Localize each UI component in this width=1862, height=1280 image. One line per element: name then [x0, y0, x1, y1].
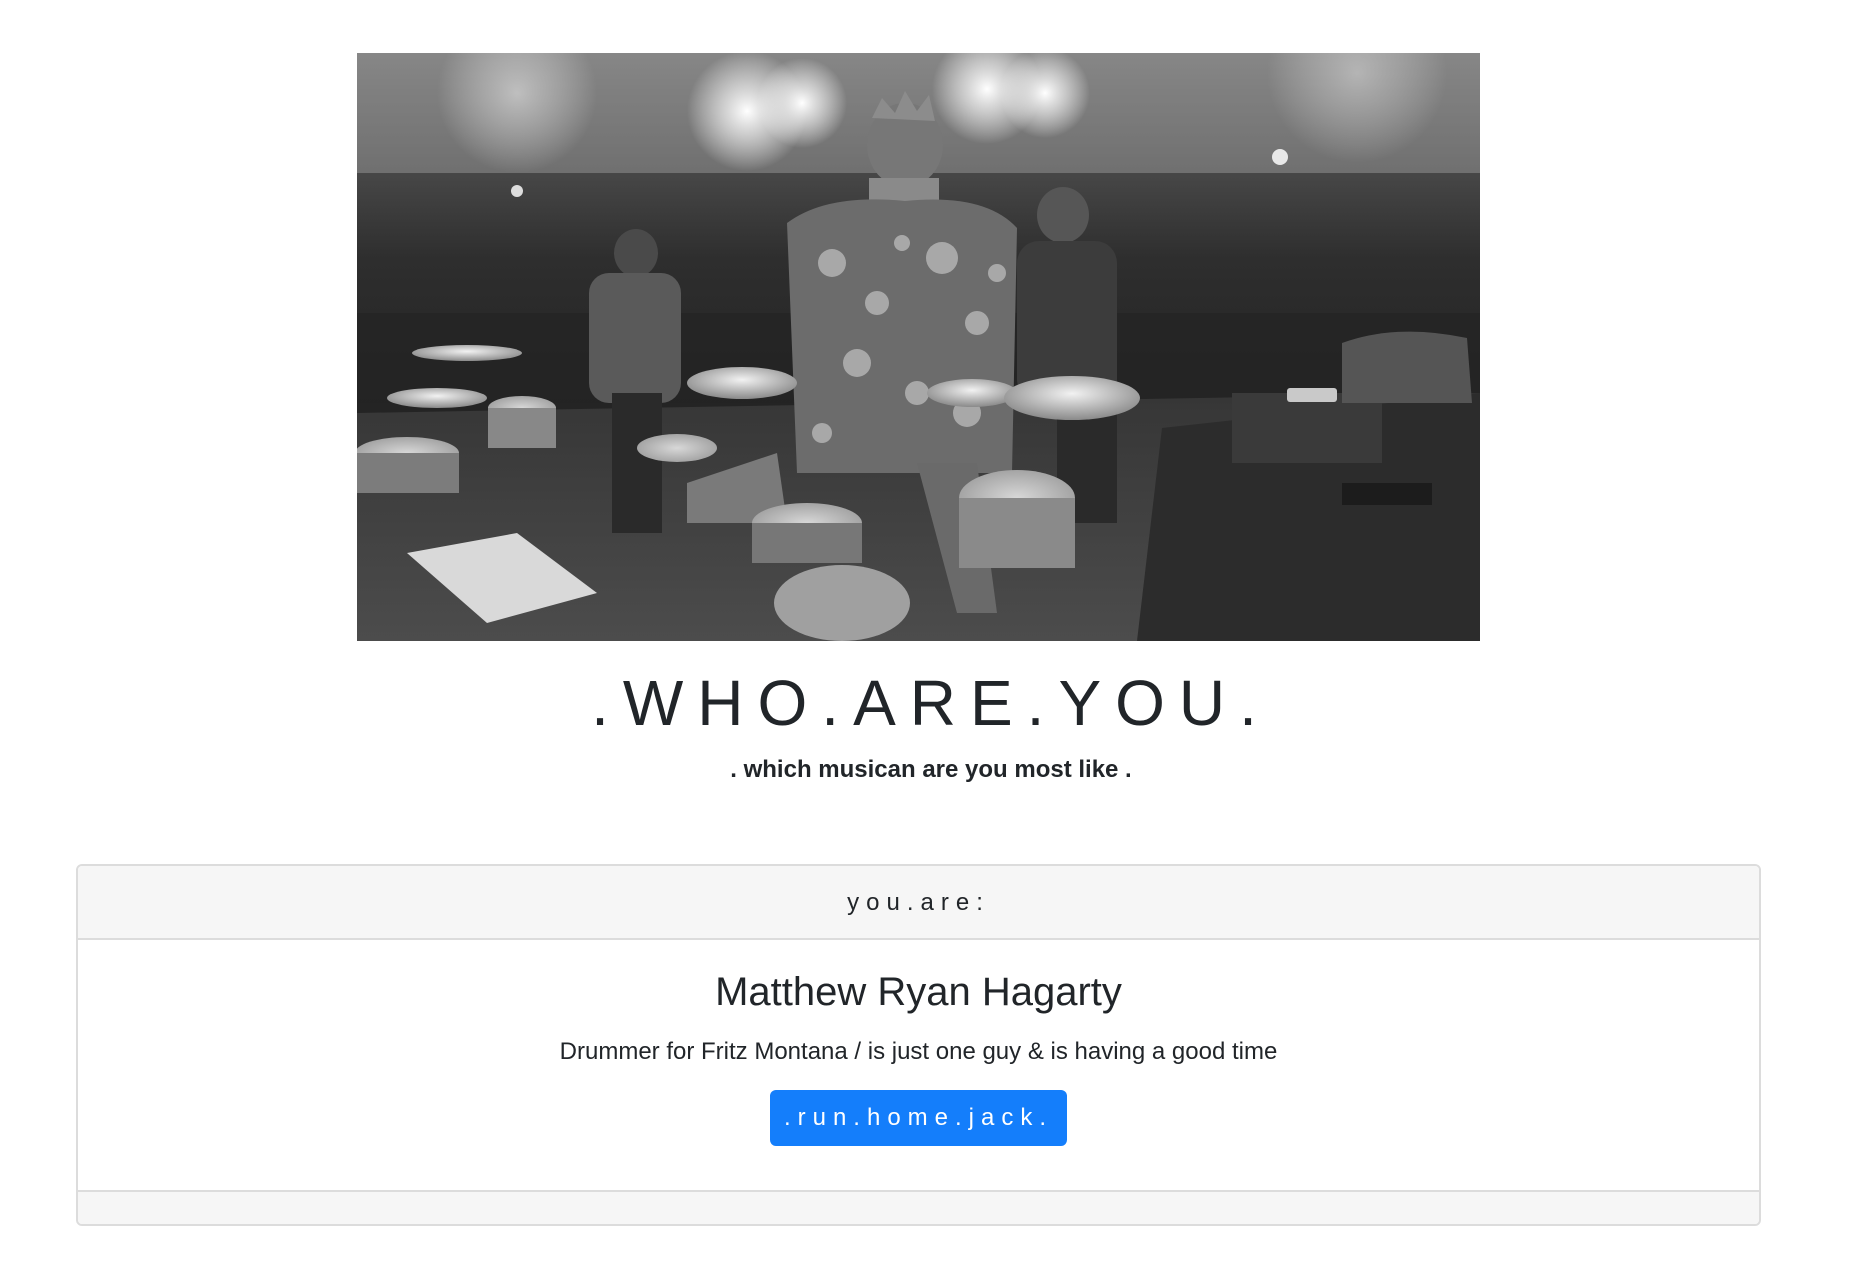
result-card-header: you.are: [78, 866, 1759, 940]
page-subtitle: . which musican are you most like . [730, 756, 1132, 783]
musician-description: Drummer for Fritz Montana / is just one … [559, 1038, 1278, 1065]
page: .WHO.ARE.YOU. . which musican are you mo… [0, 0, 1862, 1280]
result-card: you.are: Matthew Ryan Hagarty Drummer fo… [76, 864, 1761, 1226]
hero-image [357, 53, 1480, 641]
result-card-body: Matthew Ryan Hagarty Drummer for Fritz M… [78, 940, 1759, 1190]
result-card-footer [78, 1190, 1759, 1224]
concert-photo [357, 53, 1480, 641]
musician-name: Matthew Ryan Hagarty [715, 970, 1122, 1014]
run-home-button[interactable]: .run.home.jack. [769, 1090, 1068, 1146]
page-title: .WHO.ARE.YOU. [591, 667, 1271, 739]
